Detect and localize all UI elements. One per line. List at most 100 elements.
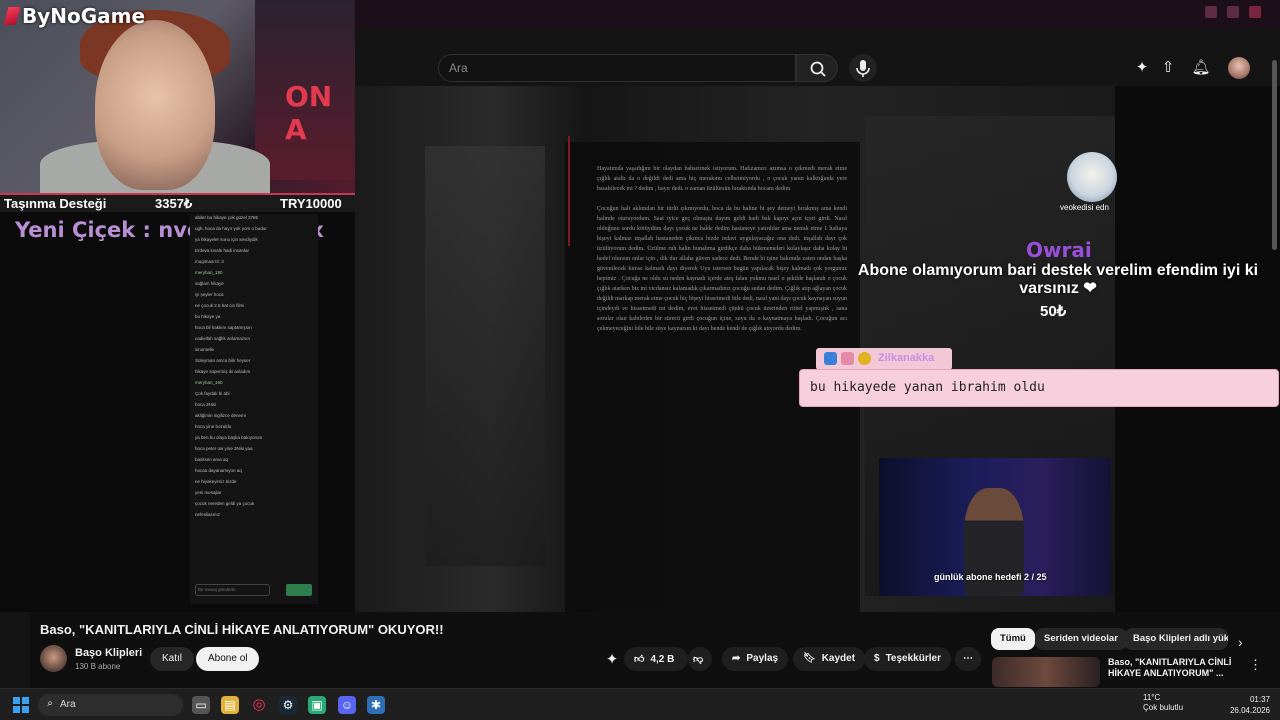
browser-chrome bbox=[355, 0, 1280, 28]
upload-icon[interactable]: ⇧ bbox=[1158, 58, 1178, 78]
voice-search-button[interactable] bbox=[849, 54, 877, 82]
youtube-header: Ara ✦ ⇧ 🔔︎ bbox=[355, 28, 1280, 86]
thanks-button[interactable]: $ Teşekkürler bbox=[864, 647, 951, 671]
chat-text: Çok faydalı bi abi bbox=[195, 391, 230, 396]
chat-message: meryhan_190 bbox=[195, 270, 313, 280]
chat-message: mugimaxrr3: 3 bbox=[195, 259, 313, 269]
opera-gx-icon[interactable]: ◎ bbox=[250, 696, 268, 714]
save-label: Kaydet bbox=[821, 653, 856, 664]
channel-subscribers: 130 B abone bbox=[75, 662, 121, 671]
create-icon[interactable]: ✦ bbox=[1132, 58, 1152, 78]
join-button[interactable]: Katıl bbox=[150, 647, 195, 671]
file-explorer-icon[interactable]: ▤ bbox=[221, 696, 239, 714]
clock[interactable]: 01:37 26.04.2026 bbox=[1224, 694, 1270, 716]
chat-message: ne hiyakeyimiz bizde bbox=[195, 479, 313, 489]
chat-text: sağlam hikaye bbox=[195, 281, 224, 286]
subscribe-button[interactable]: Abone ol bbox=[196, 647, 260, 671]
chat-text: hoca bil hakkını saptamışsın bbox=[195, 325, 252, 330]
chat-text: ya hikayeler sonu için sevdiydik bbox=[195, 237, 258, 242]
recommendation-thumbnail[interactable] bbox=[992, 657, 1100, 687]
thanks-icon: $ bbox=[874, 653, 880, 664]
chat-text: Süleyman amca bilir heyser bbox=[195, 358, 251, 363]
channel-name[interactable]: Başo Klipleri bbox=[75, 647, 142, 659]
minimize-button[interactable] bbox=[1205, 6, 1217, 18]
account-avatar[interactable] bbox=[1228, 57, 1250, 79]
chat-message: hoca peter ow yine 3Nisi yaa bbox=[195, 446, 313, 456]
taskbar-search[interactable]: Ara bbox=[38, 694, 183, 716]
chat-send-button[interactable] bbox=[286, 584, 312, 596]
stream-brand: ByNoGame bbox=[3, 4, 146, 28]
wall-poster: ON A bbox=[255, 0, 355, 180]
chat-message: akliğimin ingilizce denemi bbox=[195, 413, 313, 423]
bell-icon[interactable]: 🔔︎ bbox=[1191, 58, 1211, 78]
more-icon: ⋯ bbox=[963, 653, 973, 664]
chat-user[interactable]: meryhan_190 bbox=[195, 380, 223, 385]
search-input[interactable]: Ara bbox=[438, 54, 796, 82]
subscriber-avatar bbox=[1067, 152, 1117, 202]
close-button[interactable] bbox=[1249, 6, 1261, 18]
app-icon[interactable]: ▣ bbox=[308, 696, 326, 714]
chat-message: çocuk nereden geldi ya çocuk bbox=[195, 501, 313, 511]
steam-icon[interactable]: ⚙ bbox=[279, 696, 297, 714]
task-view-icon[interactable]: ▭ bbox=[192, 696, 210, 714]
windows-start-icon[interactable] bbox=[13, 697, 29, 713]
chat-message: sağlam hikaye bbox=[195, 281, 313, 291]
more-icon[interactable]: ⋮ bbox=[1249, 657, 1262, 673]
share-label: Paylaş bbox=[746, 653, 779, 664]
chip-all[interactable]: Tümü bbox=[991, 628, 1035, 650]
chat-text: hikaye süpermiş iki anladım bbox=[195, 369, 251, 374]
discord-icon[interactable]: ☺ bbox=[338, 696, 356, 714]
like-button[interactable]: 👍︎ 4,2 B bbox=[624, 647, 688, 671]
chat-text: ne çocuk 2.5 bat cin filmi bbox=[195, 303, 245, 308]
chat-input[interactable]: Bir mesaj gönderin bbox=[195, 584, 270, 596]
share-button[interactable]: ➦ Paylaş bbox=[722, 647, 789, 671]
chat-message: hocaa dayanamıyon aq bbox=[195, 468, 313, 478]
chat-user[interactable]: meryhan_190 bbox=[195, 270, 223, 275]
streamer-webcam: ON A ByNoGame bbox=[0, 0, 355, 212]
weather-temp: 11°C bbox=[1143, 693, 1161, 702]
time: 01:37 bbox=[1249, 695, 1270, 704]
create-icon[interactable]: ✦ bbox=[602, 650, 622, 670]
app-icon[interactable]: ✱ bbox=[367, 696, 385, 714]
chat-message: ya ben bu olaya başka bakıyorum bbox=[195, 435, 313, 445]
weather-widget[interactable]: 11°C Çok bulutlu bbox=[1143, 693, 1183, 713]
more-actions-button[interactable]: ⋯ bbox=[955, 647, 981, 671]
mic-icon bbox=[856, 60, 870, 77]
chat-message: ugh, hoca da hayır yok yom o budur bbox=[195, 226, 313, 236]
maximize-button[interactable] bbox=[1227, 6, 1239, 18]
channel-avatar[interactable] bbox=[40, 645, 67, 672]
chip-channel-uploads[interactable]: Başo Klipleri adlı yükl bbox=[1124, 628, 1228, 650]
document-accent-line bbox=[568, 136, 570, 246]
brand-logo-icon bbox=[3, 7, 21, 25]
thanks-label: Teşekkürler bbox=[885, 653, 941, 664]
chevron-right-icon[interactable]: › bbox=[1238, 634, 1243, 650]
subscriber-goal: günlük abone hedefi 2 / 25 bbox=[934, 572, 1047, 582]
chat-text: ne hiyakeyimiz bizde bbox=[195, 479, 237, 484]
search-button[interactable] bbox=[796, 54, 838, 82]
door-shape bbox=[425, 146, 545, 566]
subscriber-name: veokedisi edn bbox=[1060, 203, 1109, 212]
chat-text: bu hikaye ya bbox=[195, 314, 221, 319]
chat-text: mugimaxrr3: 3 bbox=[195, 259, 224, 264]
chat-message: abiler bu hikaye çok güzel 3765 bbox=[195, 215, 313, 225]
brand-name: ByNoGame bbox=[22, 4, 146, 28]
chat-text: hoca peter ow yine 3Nisi yaa bbox=[195, 446, 253, 451]
chat-text: nefesliasınız bbox=[195, 512, 221, 517]
chip-series[interactable]: Seriden videolar bbox=[1035, 628, 1127, 650]
recommendation-title[interactable]: Baso, "KANITLARIYLA CİNLİ HİKAYE ANLATIY… bbox=[1108, 657, 1238, 679]
dislike-button[interactable]: 👎︎ bbox=[688, 647, 712, 671]
thumbs-down-icon: 👎︎ bbox=[693, 654, 704, 665]
tts-user-badge: Zilkanakka bbox=[816, 348, 952, 370]
page-scrollbar[interactable] bbox=[1272, 60, 1277, 250]
chat-message: hoca 3Nisi bbox=[195, 402, 313, 412]
chat-text: iyi şeyler hoca bbox=[195, 292, 224, 297]
date: 26.04.2026 bbox=[1229, 706, 1270, 715]
chat-message: basitsen ama aq bbox=[195, 457, 313, 467]
chat-text: hoca yine bozuldu bbox=[195, 424, 232, 429]
left-strip bbox=[0, 612, 30, 692]
donation-goal-label: Taşınma Desteği bbox=[4, 196, 107, 211]
save-button[interactable]: 🔖︎ Kaydet bbox=[793, 647, 866, 671]
chat-messages: abiler bu hikaye çok güzel 3765 ugh, hoca… bbox=[190, 215, 318, 522]
chat-message: cadiellah sağlık anlamazsın bbox=[195, 336, 313, 346]
video-title: Baso, "KANITLARIYLA CİNLİ HİKAYE ANLATIY… bbox=[40, 622, 444, 637]
